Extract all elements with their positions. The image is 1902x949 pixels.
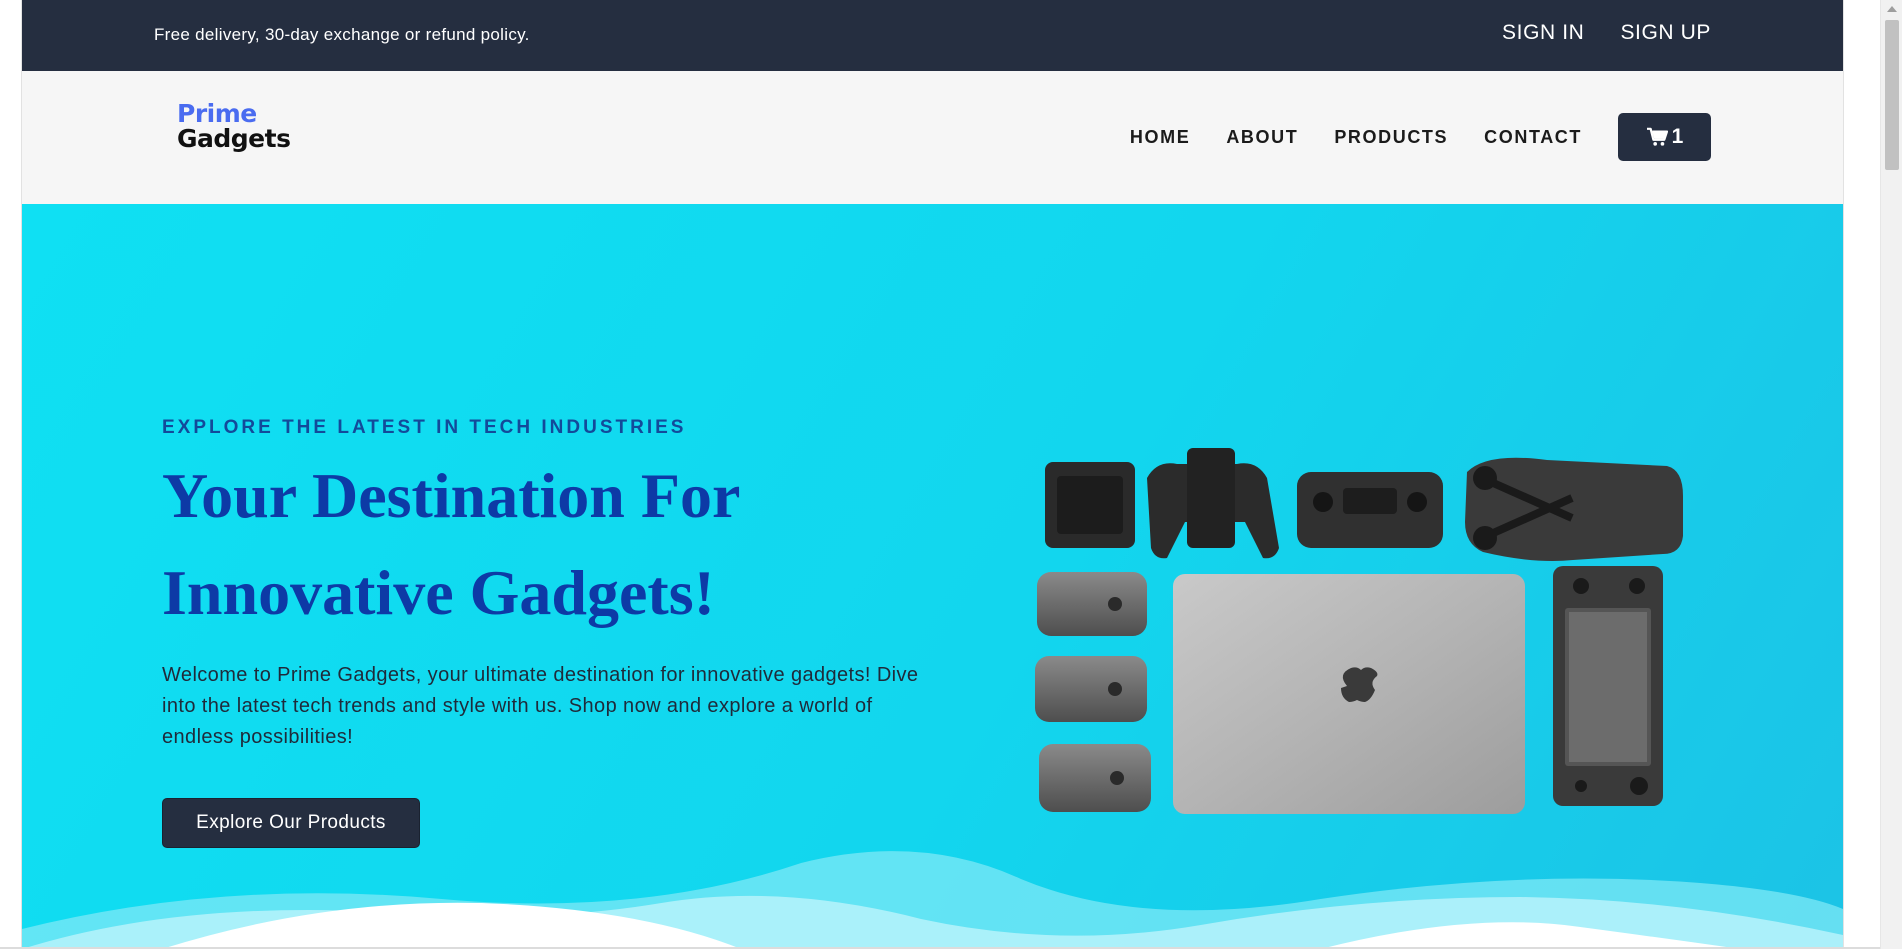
nav-about[interactable]: ABOUT xyxy=(1226,127,1298,148)
page: Free delivery, 30-day exchange or refund… xyxy=(21,0,1844,949)
hero-eyebrow: EXPLORE THE LATEST IN TECH INDUSTRIES xyxy=(162,417,687,438)
cart-button[interactable]: 1 xyxy=(1618,113,1711,161)
nav-home[interactable]: HOME xyxy=(1130,127,1190,148)
vertical-scrollbar[interactable] xyxy=(1880,0,1902,949)
sign-in-link[interactable]: SIGN IN xyxy=(1502,21,1584,45)
cart-count: 1 xyxy=(1671,125,1684,148)
scroll-up-arrow-icon[interactable] xyxy=(1887,6,1897,12)
site-logo[interactable]: Prime Gadgets xyxy=(177,99,291,153)
logo-line-2: Gadgets xyxy=(177,124,291,153)
hero-waves xyxy=(22,851,1843,949)
hero-section: EXPLORE THE LATEST IN TECH INDUSTRIES Yo… xyxy=(22,204,1843,949)
nav-products[interactable]: PRODUCTS xyxy=(1334,127,1448,148)
hero-headline: Your Destination For Innovative Gadgets! xyxy=(162,460,740,628)
gadgets-product-image xyxy=(1035,448,1683,814)
sign-up-link[interactable]: SIGN UP xyxy=(1620,21,1711,45)
nav-contact[interactable]: CONTACT xyxy=(1484,127,1582,148)
shopping-cart-icon xyxy=(1646,127,1668,146)
hero-description: Welcome to Prime Gadgets, your ultimate … xyxy=(162,664,919,748)
scroll-thumb[interactable] xyxy=(1885,20,1899,170)
site-header: Prime Gadgets HOME ABOUT PRODUCTS CONTAC… xyxy=(22,71,1843,204)
auth-links: SIGN IN SIGN UP xyxy=(1502,21,1711,45)
promo-text: Free delivery, 30-day exchange or refund… xyxy=(154,25,530,44)
top-bar: Free delivery, 30-day exchange or refund… xyxy=(22,0,1843,71)
main-nav: HOME ABOUT PRODUCTS CONTACT 1 xyxy=(1130,113,1711,161)
logo-line-1: Prime xyxy=(177,99,257,128)
